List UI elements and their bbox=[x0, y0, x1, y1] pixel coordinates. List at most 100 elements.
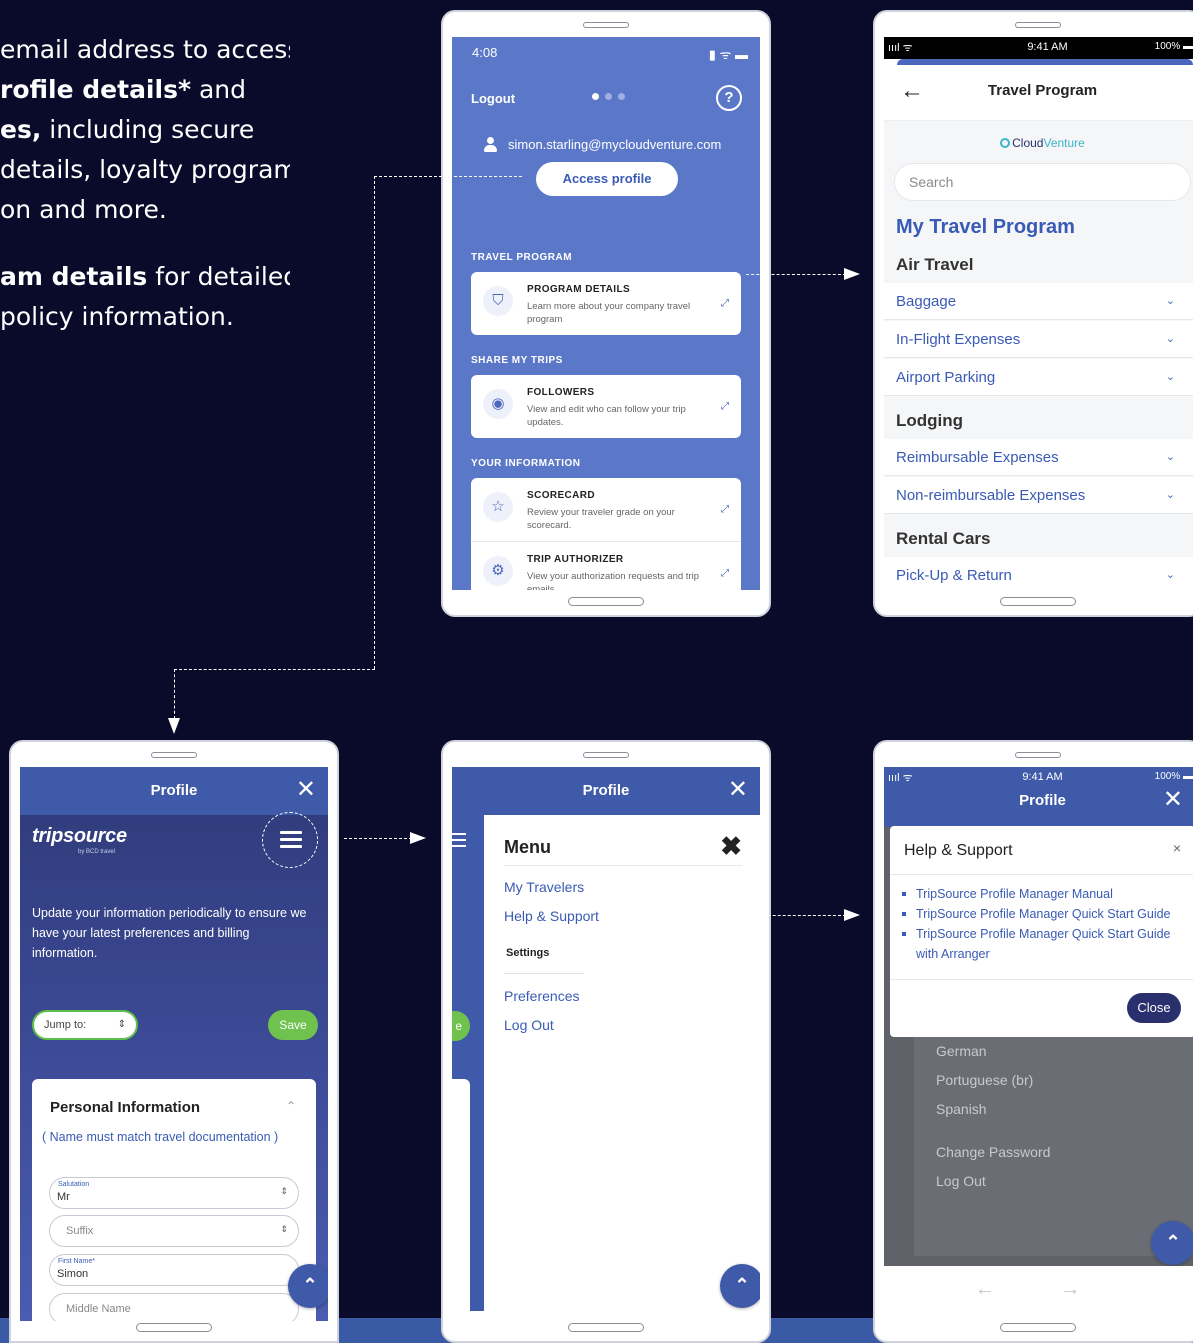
suffix-select[interactable]: Suffix ⇕ bbox=[49, 1215, 299, 1247]
card-title: SCORECARD bbox=[527, 490, 596, 501]
card-title: TRIP AUTHORIZER bbox=[527, 554, 624, 565]
menu-item-preferences[interactable]: Preferences bbox=[504, 988, 579, 1004]
personal-information-card: Personal Information ⌃ ( Name must match… bbox=[32, 1079, 316, 1321]
accordion-baggage[interactable]: Baggage ⌄ bbox=[884, 283, 1193, 320]
phone-home-button bbox=[1000, 597, 1076, 606]
external-link-icon[interactable]: ⤢ bbox=[721, 298, 729, 309]
menu-item-portuguese: Portuguese (br) bbox=[936, 1072, 1034, 1088]
background-profile-peek: e bbox=[452, 815, 484, 1311]
page-heading: My Travel Program bbox=[896, 216, 1075, 238]
group-air-travel: Air Travel bbox=[896, 255, 974, 274]
hamburger-menu-icon[interactable] bbox=[280, 831, 302, 852]
help-link[interactable]: TripSource Profile Manager Quick Start G… bbox=[902, 924, 1189, 964]
group-lodging: Lodging bbox=[896, 411, 964, 430]
tripsource-logo-sub: by BCD travel bbox=[78, 849, 116, 855]
user-email-row: simon.starling@mycloudventure.com bbox=[484, 137, 721, 152]
connector-line bbox=[746, 274, 846, 275]
close-icon[interactable]: × bbox=[1173, 840, 1181, 856]
accordion-pickup-return[interactable]: Pick-Up & Return ⌄ bbox=[884, 557, 1193, 590]
field-value: Mr bbox=[57, 1191, 70, 1203]
divider bbox=[890, 979, 1193, 980]
save-button[interactable]: Save bbox=[268, 1010, 318, 1040]
card-peek bbox=[452, 1079, 470, 1311]
field-placeholder: Middle Name bbox=[66, 1303, 131, 1315]
phone-traveler-home: 4:08 ▮ ᯤ ▬ Logout ? simon.starling@myclo… bbox=[441, 10, 771, 617]
help-icon[interactable]: ? bbox=[716, 85, 742, 111]
connector-line bbox=[374, 176, 522, 177]
chevron-down-icon: ⌄ bbox=[1165, 333, 1175, 345]
connector-line bbox=[344, 838, 412, 839]
menu-drawer: Menu ✖ My Travelers Help & Support Setti… bbox=[484, 815, 760, 1311]
intro-paragraph-2: am details for detailed policy informati… bbox=[0, 262, 290, 331]
phone-home-button bbox=[1000, 1323, 1076, 1332]
phone-screen: Profile ✕ tripsource by BCD travel Updat… bbox=[20, 767, 328, 1321]
close-button[interactable]: Close bbox=[1127, 993, 1181, 1023]
salutation-select[interactable]: Salutation Mr ⇕ bbox=[49, 1177, 299, 1209]
accordion-inflight-expenses[interactable]: In-Flight Expenses ⌄ bbox=[884, 321, 1193, 358]
tripsource-logo: tripsource bbox=[32, 825, 127, 847]
chevron-down-icon: ⌄ bbox=[1165, 489, 1175, 501]
chevron-up-icon[interactable]: ⌃ bbox=[286, 1099, 296, 1113]
phone-travel-program: ıııl ᯤ 9:41 AM 100% ▬ ← Travel Program C… bbox=[873, 10, 1193, 617]
close-icon[interactable]: ✕ bbox=[1163, 785, 1183, 814]
nav-arrows-icon[interactable]: ← → bbox=[884, 1278, 1193, 1301]
cloudventure-logo: CloudVenture bbox=[884, 136, 1193, 150]
phone-home-button bbox=[568, 597, 644, 606]
external-link-icon[interactable]: ⤢ bbox=[721, 401, 729, 412]
card-description: Learn more about your company travel pro… bbox=[527, 301, 691, 325]
menu-item-my-travelers[interactable]: My Travelers bbox=[504, 879, 584, 895]
arrow-right-icon bbox=[410, 832, 426, 844]
select-arrows-icon: ⇕ bbox=[280, 1186, 288, 1196]
accordion-reimbursable-expenses[interactable]: Reimbursable Expenses ⌄ bbox=[884, 439, 1193, 476]
accordion-non-reimbursable-expenses[interactable]: Non-reimbursable Expenses ⌄ bbox=[884, 477, 1193, 514]
phone-home-button bbox=[568, 1323, 644, 1332]
card-program-details[interactable]: ⛉ PROGRAM DETAILS Learn more about your … bbox=[471, 272, 741, 335]
card-scorecard[interactable]: ☆ SCORECARD Review your traveler grade o… bbox=[471, 478, 741, 541]
menu-item-help-support[interactable]: Help & Support bbox=[504, 908, 599, 924]
card-title: FOLLOWERS bbox=[527, 387, 595, 398]
menu-item-log-out: Log Out bbox=[936, 1173, 986, 1189]
battery-icon: 100% ▬ bbox=[1154, 771, 1193, 782]
external-link-icon[interactable]: ⤢ bbox=[721, 504, 729, 515]
hamburger-menu-icon[interactable] bbox=[452, 833, 466, 851]
status-time: 4:08 bbox=[472, 45, 498, 60]
phone-speaker bbox=[1015, 22, 1061, 28]
page-title: Profile bbox=[1019, 792, 1066, 809]
close-icon[interactable]: ✕ bbox=[728, 775, 748, 804]
status-bar: ıııl ᯤ 9:41 AM 100% ▬ bbox=[884, 767, 1193, 789]
menu-item-german: German bbox=[936, 1043, 987, 1059]
accordion-airport-parking[interactable]: Airport Parking ⌄ bbox=[884, 359, 1193, 396]
scroll-top-button[interactable]: ⌃ bbox=[1151, 1221, 1193, 1265]
chevron-down-icon: ⌄ bbox=[1165, 569, 1175, 581]
section-share-my-trips: SHARE MY TRIPS bbox=[471, 355, 563, 366]
section-travel-program: TRAVEL PROGRAM bbox=[471, 252, 573, 263]
logout-link[interactable]: Logout bbox=[471, 91, 515, 106]
access-profile-button[interactable]: Access profile bbox=[536, 162, 678, 196]
help-link[interactable]: TripSource Profile Manager Manual bbox=[902, 884, 1189, 904]
section-your-information: YOUR INFORMATION bbox=[471, 458, 581, 469]
middle-name-field[interactable]: Middle Name bbox=[49, 1293, 299, 1321]
menu-item-log-out[interactable]: Log Out bbox=[504, 1017, 554, 1033]
phone-screen: 4:08 ▮ ᯤ ▬ Logout ? simon.starling@myclo… bbox=[452, 37, 760, 590]
status-time: 9:41 AM bbox=[1022, 771, 1063, 783]
scroll-top-button[interactable]: ⌃ bbox=[720, 1264, 760, 1308]
search-input[interactable]: Search bbox=[894, 163, 1191, 201]
card-title: PROGRAM DETAILS bbox=[527, 284, 631, 295]
card-description: Review your traveler grade on your score… bbox=[527, 507, 675, 531]
external-link-icon[interactable]: ⤢ bbox=[721, 568, 729, 579]
field-label: Salutation bbox=[58, 1181, 90, 1188]
close-menu-icon[interactable]: ✖ bbox=[720, 831, 742, 862]
chevron-down-icon: ⌄ bbox=[1165, 371, 1175, 383]
card-followers[interactable]: ◉ FOLLOWERS View and edit who can follow… bbox=[471, 375, 741, 438]
help-link[interactable]: TripSource Profile Manager Quick Start G… bbox=[902, 904, 1189, 924]
field-placeholder: Suffix bbox=[66, 1225, 94, 1237]
phone-help-support: ıııl ᯤ 9:41 AM 100% ▬ Profile ✕ German P… bbox=[873, 740, 1193, 1343]
close-icon[interactable]: ✕ bbox=[296, 775, 316, 804]
scroll-top-button[interactable]: ⌃ bbox=[288, 1264, 328, 1308]
group-rental-cars: Rental Cars bbox=[896, 529, 991, 548]
phone-speaker bbox=[151, 752, 197, 758]
card-trip-authorizer[interactable]: ⚙ TRIP AUTHORIZER View your authorizatio… bbox=[471, 541, 741, 590]
first-name-field[interactable]: First Name* Simon bbox=[49, 1254, 299, 1286]
jump-to-select[interactable]: Jump to: ⇕ bbox=[32, 1010, 138, 1040]
card-description: View your authorization requests and tri… bbox=[527, 571, 699, 590]
